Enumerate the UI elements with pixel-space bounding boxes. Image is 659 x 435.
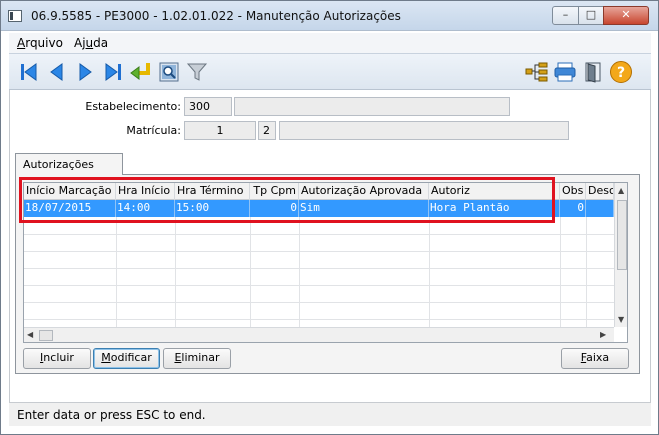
minimize-button[interactable]: –: [552, 6, 579, 25]
vertical-scrollbar[interactable]: ▲ ▼: [614, 183, 627, 327]
vertical-scroll-thumb[interactable]: [617, 200, 627, 270]
menu-bar: Arquivo Ajuda: [9, 33, 651, 53]
incluir-label: ncluir: [43, 351, 74, 364]
toolbar: ?: [9, 53, 651, 90]
tab-autorizacoes[interactable]: Autorizações: [15, 153, 123, 175]
menu-ajuda[interactable]: Ajuda: [74, 36, 108, 50]
grid-line: [116, 217, 117, 327]
grid-line: [24, 268, 614, 269]
incluir-button[interactable]: Incluir: [23, 348, 91, 369]
scroll-right-icon[interactable]: ▶: [600, 330, 606, 339]
estabelecimento-desc-field: [234, 97, 510, 116]
grid-line: [24, 285, 614, 286]
first-record-icon[interactable]: [17, 60, 41, 84]
cell-descr: [586, 200, 614, 217]
hierarchy-icon[interactable]: [525, 60, 549, 84]
grid-line: [429, 217, 430, 327]
grid-line: [24, 234, 614, 235]
grid-line: [586, 217, 587, 327]
highlight-annotation-box: [19, 177, 555, 223]
maximize-button[interactable]: □: [578, 6, 604, 25]
matricula-digit-field: 2: [258, 121, 276, 140]
cell-obs: 0: [560, 200, 586, 217]
matricula-desc-field: [279, 121, 569, 140]
modificar-label: odificar: [110, 351, 152, 364]
previous-record-icon[interactable]: [45, 60, 69, 84]
grid-line: [560, 217, 561, 327]
eliminar-label: liminar: [181, 351, 220, 364]
grid-line: [24, 251, 614, 252]
faixa-label: aixa: [586, 351, 610, 364]
horizontal-scroll-thumb[interactable]: [39, 330, 53, 341]
window-title: 06.9.5585 - PE3000 - 1.02.01.022 - Manut…: [31, 9, 401, 23]
estabelecimento-label: Estabelecimento:: [85, 100, 181, 113]
menu-arquivo[interactable]: Arquivo: [17, 36, 63, 50]
grid-line: [175, 217, 176, 327]
exit-door-icon[interactable]: [581, 60, 605, 84]
grid-line: [250, 217, 251, 327]
scroll-down-icon[interactable]: ▼: [618, 315, 624, 324]
frame-right: [650, 90, 651, 402]
eliminar-button[interactable]: Eliminar: [163, 348, 231, 369]
matricula-field[interactable]: 1: [184, 121, 256, 140]
grid-line: [24, 302, 614, 303]
last-record-icon[interactable]: [101, 60, 125, 84]
modificar-button[interactable]: Modificar: [93, 348, 160, 369]
next-record-icon[interactable]: [73, 60, 97, 84]
horizontal-scrollbar[interactable]: ◀ ▶: [24, 327, 614, 342]
filter-icon[interactable]: [185, 60, 209, 84]
status-bar: Enter data or press ESC to end.: [9, 402, 651, 426]
grid-line: [24, 319, 614, 320]
print-icon[interactable]: [553, 60, 577, 84]
faixa-button[interactable]: Faixa: [561, 348, 629, 369]
close-button[interactable]: ✕: [603, 6, 649, 25]
estabelecimento-field[interactable]: 300: [184, 97, 232, 116]
title-bar: 06.9.5585 - PE3000 - 1.02.01.022 - Manut…: [1, 1, 658, 31]
help-icon[interactable]: ?: [609, 60, 633, 84]
help-glyph: ?: [617, 65, 625, 81]
main-window: 06.9.5585 - PE3000 - 1.02.01.022 - Manut…: [0, 0, 659, 435]
app-icon: [8, 10, 22, 22]
scroll-up-icon[interactable]: ▲: [618, 186, 624, 195]
grid-line: [299, 217, 300, 327]
col-descr[interactable]: Descr: [586, 183, 614, 200]
col-obs[interactable]: Obs: [560, 183, 586, 200]
frame-left: [9, 90, 10, 402]
modificar-accel: M: [101, 351, 111, 364]
scroll-left-icon[interactable]: ◀: [27, 330, 33, 339]
matricula-label: Matrícula:: [126, 124, 181, 137]
search-icon[interactable]: [157, 60, 181, 84]
goto-icon[interactable]: [129, 60, 153, 84]
